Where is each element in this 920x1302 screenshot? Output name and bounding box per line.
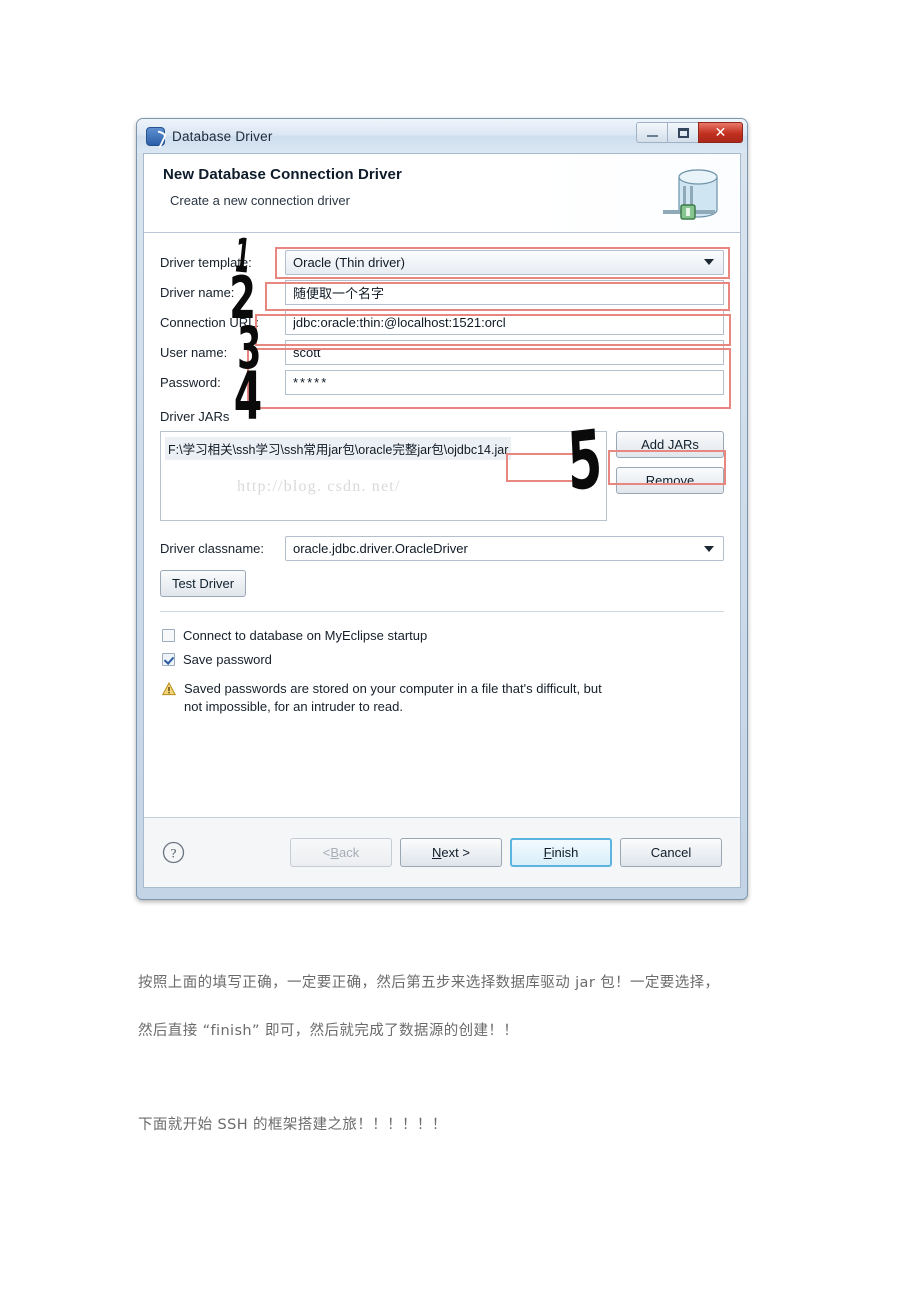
connect-on-startup-checkbox[interactable] <box>162 628 175 642</box>
test-driver-button[interactable]: Test Driver <box>160 570 246 597</box>
list-item[interactable]: F:\学习相关\ssh学习\ssh常用jar包\oracle完整jar包\ojd… <box>165 437 512 460</box>
driver-jars-label: Driver JARs <box>160 409 230 424</box>
driver-name-input[interactable] <box>285 279 724 305</box>
save-password-row[interactable]: Save password <box>162 647 724 671</box>
chevron-down-icon <box>704 545 714 552</box>
next-button[interactable]: Next > <box>400 838 502 867</box>
driver-classname-select[interactable]: oracle.jdbc.driver.OracleDriver <box>285 536 724 561</box>
page-subtitle: Create a new connection driver <box>170 193 350 208</box>
user-name-row: User name: <box>160 337 724 367</box>
window-controls: ✕ <box>636 122 743 143</box>
svg-text:?: ? <box>171 845 177 860</box>
driver-template-select[interactable]: Oracle (Thin driver) <box>285 249 724 275</box>
password-row: Password: <box>160 367 724 397</box>
wizard-buttons: < Back Next > Finish Cancel <box>290 838 722 867</box>
driver-template-value: Oracle (Thin driver) <box>293 254 405 270</box>
back-button[interactable]: < Back <box>290 838 392 867</box>
driver-jars-buttons: Add JARs Remove <box>616 431 724 521</box>
maximize-button[interactable] <box>667 122 698 143</box>
driver-template-row: Driver template: Oracle (Thin driver) <box>160 247 724 277</box>
connection-url-label: Connection URL: <box>160 314 259 330</box>
warning-triangle-icon <box>162 682 176 696</box>
connect-on-startup-row[interactable]: Connect to database on MyEclipse startup <box>162 623 724 647</box>
dialog-footer: ? < Back Next > Finish Cancel <box>144 817 740 887</box>
warning-line-2: not impossible, for an intruder to read. <box>184 699 403 715</box>
driver-name-label: Driver name: <box>160 284 235 300</box>
caption-line-3: 下面就开始 SSH 的框架搭建之旅！！！！！！ <box>138 1117 447 1133</box>
connection-form: Driver template: Oracle (Thin driver) Dr… <box>144 233 740 397</box>
driver-template-label: Driver template: <box>160 254 252 270</box>
password-input[interactable] <box>285 369 724 395</box>
database-driver-dialog: Database Driver ✕ New Database Connectio… <box>136 118 748 900</box>
cancel-button[interactable]: Cancel <box>620 838 722 867</box>
caption-line-2: 然后直接 “finish” 即可，然后就完成了数据源的创建！！ <box>138 1023 519 1039</box>
watermark-text: http://blog. csdn. net/ <box>237 478 401 495</box>
driver-jars-list[interactable]: F:\学习相关\ssh学习\ssh常用jar包\oracle完整jar包\ojd… <box>160 431 607 521</box>
driver-classname-value: oracle.jdbc.driver.OracleDriver <box>293 541 468 556</box>
chevron-down-icon <box>704 259 714 265</box>
finish-button[interactable]: Finish <box>510 838 612 867</box>
save-password-checkbox[interactable] <box>162 652 175 666</box>
add-jars-button[interactable]: Add JARs <box>616 431 724 458</box>
dialog-body: New Database Connection Driver Create a … <box>143 153 741 888</box>
minimize-button[interactable] <box>636 122 667 143</box>
password-label: Password: <box>160 374 221 390</box>
connection-url-row: Connection URL: <box>160 307 724 337</box>
window-title: Database Driver <box>172 128 273 144</box>
help-question-icon[interactable]: ? <box>162 841 185 864</box>
caption-line-1: 按照上面的填写正确，一定要正确，然后第五步来选择数据库驱动 jar 包！一定要选… <box>138 975 720 991</box>
options-group: Connect to database on MyEclipse startup… <box>144 612 740 671</box>
close-button[interactable]: ✕ <box>698 122 743 143</box>
password-warning: Saved passwords are stored on your compu… <box>144 671 740 717</box>
user-name-label: User name: <box>160 344 228 360</box>
save-password-label: Save password <box>183 651 272 667</box>
connect-on-startup-label: Connect to database on MyEclipse startup <box>183 627 428 643</box>
driver-name-row: Driver name: <box>160 277 724 307</box>
connection-url-input[interactable] <box>285 309 724 335</box>
driver-jars-section: F:\学习相关\ssh学习\ssh常用jar包\oracle完整jar包\ojd… <box>144 431 740 521</box>
warning-line-1: Saved passwords are stored on your compu… <box>184 681 602 696</box>
minimize-icon <box>646 135 658 137</box>
myeclipse-icon <box>146 126 165 146</box>
wizard-banner: New Database Connection Driver Create a … <box>144 154 740 233</box>
remove-jar-button[interactable]: Remove <box>616 467 724 494</box>
driver-classname-row: Driver classname: oracle.jdbc.driver.Ora… <box>144 521 740 561</box>
page-title: New Database Connection Driver <box>163 166 402 183</box>
driver-classname-label: Driver classname: <box>160 541 265 556</box>
user-name-input[interactable] <box>285 339 724 365</box>
database-cylinder-icon <box>663 169 718 220</box>
title-bar[interactable]: Database Driver ✕ <box>137 119 747 153</box>
maximize-icon <box>677 127 689 138</box>
